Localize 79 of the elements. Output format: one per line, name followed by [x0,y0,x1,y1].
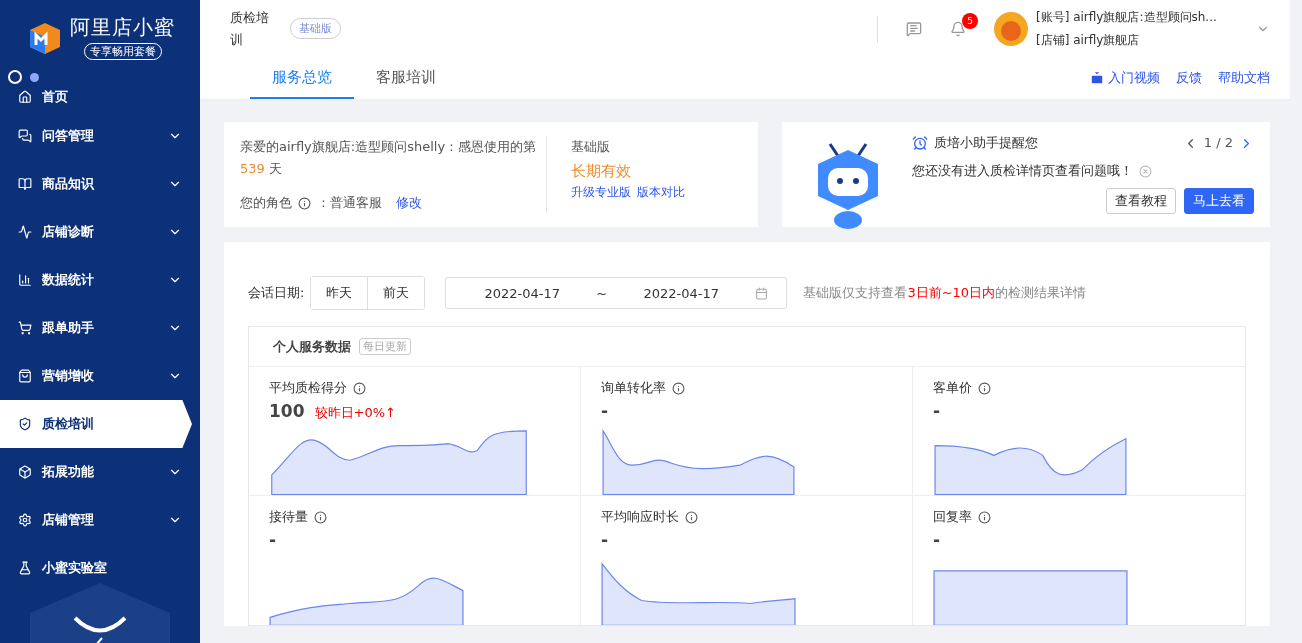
sidebar-item[interactable]: 商品知识 [0,160,200,208]
info-icon [978,381,991,395]
menu-item-icon [18,369,32,383]
sidebar-item[interactable]: 质检培训 [0,400,192,448]
metric-value: - [933,530,941,550]
upgrade-link[interactable]: 升级专业版 [571,184,631,201]
metric-label: 询单转化率 [601,379,666,397]
tv-icon [1090,71,1104,85]
metric-value: 100 [269,401,305,421]
sidebar-item[interactable]: 拓展功能 [0,448,200,496]
info-icon [298,196,311,210]
menu-item-icon [18,465,32,479]
alarm-clock-icon [911,135,928,151]
header-link[interactable]: 帮助文档 [1218,69,1270,87]
update-badge: 每日更新 [359,338,411,355]
role-value: ：普通客服 [317,194,382,212]
avatar-icon[interactable] [994,11,1028,46]
reminder-message: 您还没有进入质检详情页查看问题哦！ [911,162,1133,180]
metric-label: 平均质检得分 [269,379,347,397]
metric-label: 接待量 [269,508,308,526]
metric-value: - [933,401,941,421]
plan-validity: 长期有效 [571,161,632,182]
menu-item-icon [18,561,32,575]
info-icon [685,510,698,524]
sidebar-item[interactable]: 数据统计 [0,256,200,304]
quick-date-button[interactable]: 前天 [367,277,425,309]
tab[interactable]: 服务总览 [250,57,354,99]
header-link[interactable]: 入门视频 [1090,69,1160,87]
sidebar-item[interactable]: 首页 [0,82,200,112]
sidebar-item[interactable]: 问答管理 [0,112,200,160]
plan-name: 基础版 [571,138,611,156]
menu-item-icon [18,225,32,239]
metric-label: 平均响应时长 [601,508,679,526]
edit-link[interactable]: 修改 [396,194,422,212]
menu-item-icon [18,513,32,527]
role-label: 您的角色 [240,194,292,212]
page-title: 质检培训 [230,8,270,49]
section-title: 个人服务数据 [273,337,351,356]
info-icon [978,510,991,524]
metric-label: 客单价 [933,379,972,397]
menu-item-icon [18,177,32,191]
reminder-title: 质培小助手提醒您 [933,134,1038,152]
metric-value: - [601,401,609,421]
date-label: 会话日期: [248,284,305,302]
range-note: 基础版仅支持查看3日前~10日内的检测结果详情 [803,284,1087,302]
shop-name: [店铺] airfly旗舰店 [1036,31,1141,49]
brand-name: 阿里店小蜜 [70,14,175,41]
info-icon [672,381,685,395]
menu-item-icon [18,321,32,335]
ring-icon [8,70,22,84]
tab[interactable]: 客服培训 [354,57,458,99]
sidebar-item[interactable]: 店铺管理 [0,496,200,544]
info-icon [353,381,366,395]
calendar-icon [755,286,769,300]
date-range-field[interactable]: 2022-04-17 ~ 2022-04-17 [445,277,788,309]
reminder-button[interactable]: 查看教程 [1106,188,1176,214]
dot-icon [30,72,39,82]
reminder-button[interactable]: 马上去看 [1184,188,1254,214]
menu-item-icon [18,273,32,287]
pager-text: 1 / 2 [1203,134,1233,152]
notification-count: 5 [962,12,978,29]
menu-item-icon [18,129,32,143]
menu-item-icon [18,417,32,431]
sidebar-item[interactable]: 小蜜实验室 [0,544,200,592]
metric-change: 较昨日+0%↑ [314,404,396,422]
menu-item-icon [18,90,32,104]
info-icon [314,510,327,524]
compare-link[interactable]: 版本对比 [637,184,685,201]
bell-icon[interactable] [950,20,966,37]
metric-label: 回复率 [933,508,972,526]
header-link[interactable]: 反馈 [1176,69,1202,87]
account-name: [账号] airfly旗舰店:造型顾问sh... [1036,8,1218,26]
help-message-icon[interactable] [906,20,922,37]
sidebar-item[interactable]: 营销增收 [0,352,200,400]
welcome-text: 亲爱的airfly旗舰店:造型顾问shelly：感恩使用的第 539 天 [240,138,538,178]
sidebar-item[interactable]: 店铺诊断 [0,208,200,256]
metric-value: - [601,530,609,550]
metric-value: - [269,530,277,550]
sidebar-item[interactable]: 跟单助手 [0,304,200,352]
